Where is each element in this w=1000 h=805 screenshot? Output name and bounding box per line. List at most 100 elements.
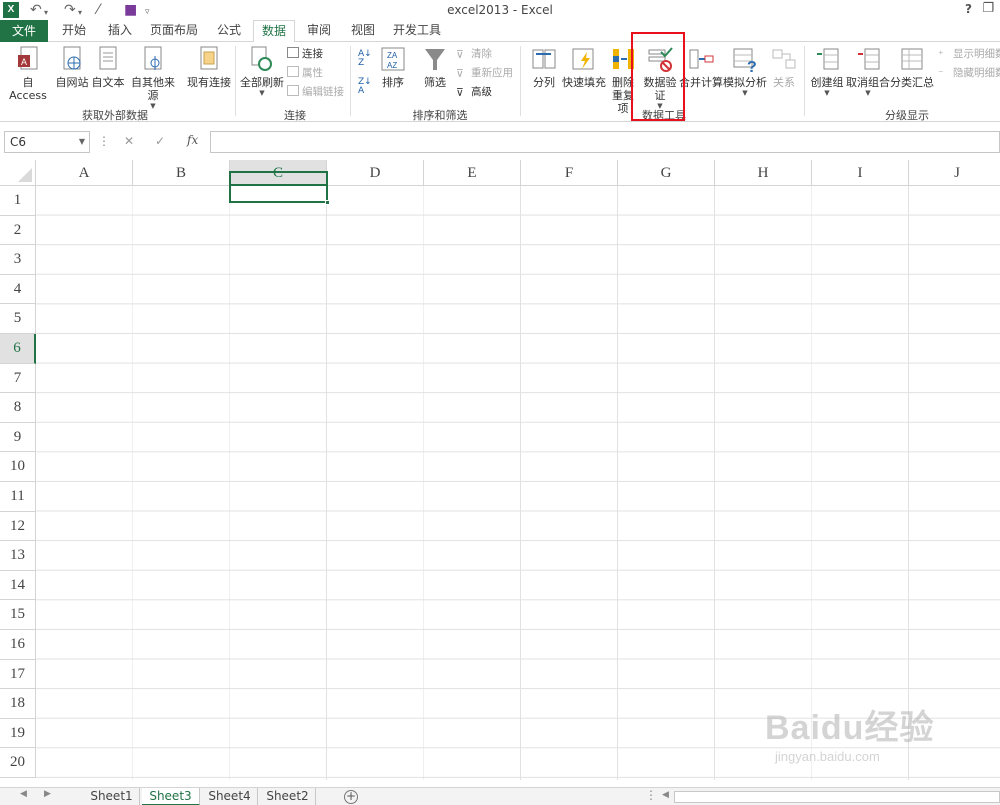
row-header-4[interactable]: 4 — [0, 274, 36, 305]
from-other-sources-button[interactable]: 自其他来源 ▼ — [126, 46, 180, 110]
sort-icon: ZAAZ — [381, 47, 405, 71]
column-header-e[interactable]: E — [424, 160, 521, 186]
from-web-button[interactable]: 自网站 — [54, 46, 90, 89]
existing-connections-button[interactable]: 现有连接 — [186, 46, 232, 89]
ungroup-label: 取消组合 — [846, 76, 890, 89]
refresh-all-label: 全部刷新 — [240, 76, 284, 89]
connections-button[interactable]: 连接 — [287, 47, 323, 61]
row-header-15[interactable]: 15 — [0, 600, 36, 630]
row-header-11[interactable]: 11 — [0, 482, 36, 512]
sheet-tab-sheet1[interactable]: Sheet1 — [84, 788, 140, 805]
row-header-5[interactable]: 5 — [0, 304, 36, 334]
from-access-label: 自 Access — [9, 76, 47, 102]
column-header-d[interactable]: D — [327, 160, 424, 186]
tab-review[interactable]: 审阅 — [298, 20, 340, 42]
flash-fill-button[interactable]: 快速填充 — [561, 46, 607, 89]
add-sheet-button[interactable]: + — [344, 790, 358, 804]
tab-view[interactable]: 视图 — [342, 20, 384, 42]
flash-fill-icon — [572, 48, 594, 70]
advanced-filter-button[interactable]: ⊽ 高级 — [456, 85, 492, 99]
column-header-a[interactable]: A — [36, 160, 133, 186]
hide-detail-button[interactable]: ⁻ 隐藏明细数 — [938, 66, 1000, 80]
row-header-16[interactable]: 16 — [0, 630, 36, 660]
relationships-icon — [772, 49, 796, 69]
column-header-h[interactable]: H — [715, 160, 812, 186]
row-header-20[interactable]: 20 — [0, 748, 36, 778]
row-header-6[interactable]: 6 — [0, 334, 36, 364]
row-header-8[interactable]: 8 — [0, 393, 36, 423]
from-text-button[interactable]: 自文本 — [90, 46, 126, 89]
row-header-3[interactable]: 3 — [0, 245, 36, 275]
properties-button[interactable]: 属性 — [287, 66, 323, 80]
chevron-down-icon[interactable]: ▼ — [79, 132, 85, 152]
column-header-i[interactable]: I — [812, 160, 909, 186]
ungroup-button[interactable]: 取消组合 ▼ — [846, 46, 890, 97]
reapply-button[interactable]: ⊽ 重新应用 — [456, 66, 513, 80]
text-to-columns-button[interactable]: 分列 — [527, 46, 561, 89]
tab-page-layout[interactable]: 页面布局 — [143, 20, 205, 42]
svg-text:A: A — [21, 57, 27, 67]
filter-button[interactable]: 筛选 — [420, 46, 450, 89]
show-detail-button[interactable]: ⁺ 显示明细数 — [938, 47, 1000, 61]
relationships-button[interactable]: 关系 — [768, 46, 800, 89]
subtotal-button[interactable]: 分类汇总 — [890, 46, 934, 89]
tab-formulas[interactable]: 公式 — [208, 20, 250, 42]
formula-input[interactable] — [210, 131, 1000, 153]
tab-data[interactable]: 数据 — [253, 20, 295, 43]
group-outline: 分级显示 — [885, 109, 929, 122]
sheet-tab-sheet3[interactable]: Sheet3 — [142, 788, 200, 805]
ungroup-icon — [858, 48, 880, 70]
clear-filter-button[interactable]: ⊽ 清除 — [456, 47, 492, 61]
cancel-icon[interactable]: ✕ — [124, 134, 134, 148]
restore-icon[interactable]: ❐ — [982, 1, 994, 16]
cell-area[interactable] — [36, 186, 1000, 780]
row-header-1[interactable]: 1 — [0, 186, 36, 216]
refresh-all-button[interactable]: 全部刷新 ▼ — [238, 46, 286, 97]
row-header-13[interactable]: 13 — [0, 541, 36, 571]
row-header-12[interactable]: 12 — [0, 511, 36, 542]
what-if-analysis-button[interactable]: ? 模拟分析 ▼ — [722, 46, 768, 97]
sheet-tab-sheet4[interactable]: Sheet4 — [202, 788, 258, 805]
select-all-button[interactable] — [0, 160, 36, 186]
column-header-b[interactable]: B — [133, 160, 230, 186]
tab-home[interactable]: 开始 — [52, 20, 96, 42]
group-button[interactable]: 创建组 ▼ — [808, 46, 846, 97]
existing-connections-icon — [200, 46, 218, 70]
row-header-14[interactable]: 14 — [0, 570, 36, 601]
active-cell-selection[interactable] — [229, 171, 330, 205]
sort-button[interactable]: ZA AZ 排序 — [378, 46, 408, 89]
column-header-f[interactable]: F — [521, 160, 618, 186]
from-access-button[interactable]: A 自 Access — [2, 46, 54, 102]
scroll-right-icon[interactable]: ▶ — [44, 789, 51, 799]
tab-insert[interactable]: 插入 — [98, 20, 142, 42]
sort-descending-button[interactable]: Z↓ A — [358, 78, 372, 96]
more-options-icon[interactable]: ⋮ — [98, 134, 110, 148]
sort-ascending-button[interactable]: A↓ Z — [358, 50, 372, 68]
enter-icon[interactable]: ✓ — [155, 134, 165, 148]
edit-links-button[interactable]: 编辑链接 — [287, 85, 344, 99]
from-web-label: 自网站 — [55, 76, 89, 89]
svg-text:ZA: ZA — [387, 51, 398, 60]
name-box-value: C6 — [10, 135, 27, 149]
row-header-9[interactable]: 9 — [0, 422, 36, 453]
insert-function-icon[interactable]: fx — [187, 133, 198, 147]
row-header-7[interactable]: 7 — [0, 363, 36, 394]
name-box[interactable]: C6 ▼ — [4, 131, 90, 153]
row-header-2[interactable]: 2 — [0, 215, 36, 246]
reapply-icon: ⊽ — [456, 68, 464, 80]
horizontal-scrollbar[interactable]: ◀ — [660, 790, 1000, 804]
help-button[interactable]: ? — [965, 2, 972, 16]
scrollbar-thumb[interactable] — [674, 791, 1000, 803]
column-header-g[interactable]: G — [618, 160, 715, 186]
scroll-left-icon[interactable]: ◀ — [20, 789, 27, 799]
scroll-left-arrow-icon[interactable]: ◀ — [662, 790, 669, 800]
fill-handle[interactable] — [325, 200, 330, 205]
column-header-j[interactable]: J — [909, 160, 1000, 186]
row-header-17[interactable]: 17 — [0, 659, 36, 690]
row-header-19[interactable]: 19 — [0, 718, 36, 749]
tab-developer[interactable]: 开发工具 — [388, 20, 446, 42]
sheet-tab-sheet2[interactable]: Sheet2 — [260, 788, 316, 805]
tab-file[interactable]: 文件 — [0, 20, 48, 42]
row-header-18[interactable]: 18 — [0, 689, 36, 719]
row-header-10[interactable]: 10 — [0, 452, 36, 482]
